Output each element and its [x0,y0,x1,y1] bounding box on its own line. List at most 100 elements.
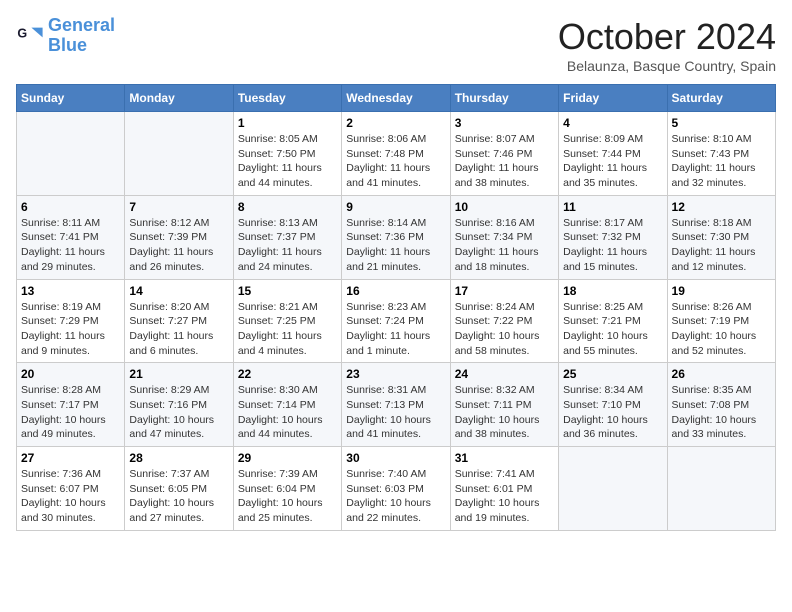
day-info: Sunrise: 8:17 AM Sunset: 7:32 PM Dayligh… [563,216,662,275]
day-number: 31 [455,451,554,465]
calendar-cell: 1Sunrise: 8:05 AM Sunset: 7:50 PM Daylig… [233,112,341,196]
logo: G General Blue [16,16,115,56]
week-row-5: 27Sunrise: 7:36 AM Sunset: 6:07 PM Dayli… [17,447,776,531]
day-number: 5 [672,116,771,130]
calendar-cell: 27Sunrise: 7:36 AM Sunset: 6:07 PM Dayli… [17,447,125,531]
calendar-cell: 20Sunrise: 8:28 AM Sunset: 7:17 PM Dayli… [17,363,125,447]
logo-icon: G [16,22,44,50]
calendar-cell: 13 Sunrise: 8:19 AM Sunset: 7:29 PM Dayli… [17,279,125,363]
calendar-cell: 23 Sunrise: 8:31 AM Sunset: 7:13 PM Dayli… [342,363,450,447]
calendar-cell: 17Sunrise: 8:24 AM Sunset: 7:22 PM Dayli… [450,279,558,363]
weekday-header-row: SundayMondayTuesdayWednesdayThursdayFrid… [17,85,776,112]
day-number: 14 [129,284,228,298]
weekday-header-monday: Monday [125,85,233,112]
day-number: 30 [346,451,445,465]
day-number: 2 [346,116,445,130]
day-number: 21 [129,367,228,381]
calendar-cell [125,112,233,196]
day-info: Sunrise: 8:16 AM Sunset: 7:34 PM Dayligh… [455,216,554,275]
week-row-4: 20Sunrise: 8:28 AM Sunset: 7:17 PM Dayli… [17,363,776,447]
weekday-header-thursday: Thursday [450,85,558,112]
calendar-cell: 16Sunrise: 8:23 AM Sunset: 7:24 PM Dayli… [342,279,450,363]
day-info: Sunrise: 7:36 AM Sunset: 6:07 PM Dayligh… [21,467,120,526]
day-number: 13 [21,284,120,298]
calendar-cell: 15 Sunrise: 8:21 AM Sunset: 7:25 PM Dayli… [233,279,341,363]
calendar-cell: 19 Sunrise: 8:26 AM Sunset: 7:19 PM Dayli… [667,279,775,363]
day-number: 6 [21,200,120,214]
day-info: Sunrise: 8:30 AM Sunset: 7:14 PM Dayligh… [238,383,337,442]
day-number: 7 [129,200,228,214]
day-info: Sunrise: 8:18 AM Sunset: 7:30 PM Dayligh… [672,216,771,275]
calendar-cell [667,447,775,531]
calendar-cell: 22 Sunrise: 8:30 AM Sunset: 7:14 PM Dayli… [233,363,341,447]
calendar-cell: 28 Sunrise: 7:37 AM Sunset: 6:05 PM Dayli… [125,447,233,531]
day-number: 20 [21,367,120,381]
day-info: Sunrise: 8:05 AM Sunset: 7:50 PM Dayligh… [238,132,337,191]
day-number: 19 [672,284,771,298]
day-number: 26 [672,367,771,381]
day-number: 4 [563,116,662,130]
day-info: Sunrise: 8:24 AM Sunset: 7:22 PM Dayligh… [455,300,554,359]
logo-line2: Blue [48,36,115,56]
day-number: 9 [346,200,445,214]
calendar-cell: 2Sunrise: 8:06 AM Sunset: 7:48 PM Daylig… [342,112,450,196]
calendar-cell: 3 Sunrise: 8:07 AM Sunset: 7:46 PM Daylig… [450,112,558,196]
day-info: Sunrise: 8:25 AM Sunset: 7:21 PM Dayligh… [563,300,662,359]
day-info: Sunrise: 7:37 AM Sunset: 6:05 PM Dayligh… [129,467,228,526]
day-number: 24 [455,367,554,381]
day-info: Sunrise: 8:11 AM Sunset: 7:41 PM Dayligh… [21,216,120,275]
calendar-cell: 5 Sunrise: 8:10 AM Sunset: 7:43 PM Daylig… [667,112,775,196]
logo-line1: General [48,16,115,36]
weekday-header-tuesday: Tuesday [233,85,341,112]
day-info: Sunrise: 8:10 AM Sunset: 7:43 PM Dayligh… [672,132,771,191]
calendar-cell: 8Sunrise: 8:13 AM Sunset: 7:37 PM Daylig… [233,195,341,279]
calendar-cell: 30Sunrise: 7:40 AM Sunset: 6:03 PM Dayli… [342,447,450,531]
calendar-cell [559,447,667,531]
calendar-cell: 12 Sunrise: 8:18 AM Sunset: 7:30 PM Dayli… [667,195,775,279]
weekday-header-wednesday: Wednesday [342,85,450,112]
day-number: 12 [672,200,771,214]
calendar-cell [17,112,125,196]
day-number: 22 [238,367,337,381]
week-row-3: 13 Sunrise: 8:19 AM Sunset: 7:29 PM Dayli… [17,279,776,363]
day-number: 29 [238,451,337,465]
page-header: G General Blue October 2024 Belaunza, Ba… [16,16,776,74]
calendar-cell: 18Sunrise: 8:25 AM Sunset: 7:21 PM Dayli… [559,279,667,363]
day-info: Sunrise: 8:29 AM Sunset: 7:16 PM Dayligh… [129,383,228,442]
day-number: 10 [455,200,554,214]
calendar-cell: 14Sunrise: 8:20 AM Sunset: 7:27 PM Dayli… [125,279,233,363]
calendar-cell: 21 Sunrise: 8:29 AM Sunset: 7:16 PM Dayli… [125,363,233,447]
weekday-header-saturday: Saturday [667,85,775,112]
day-info: Sunrise: 8:34 AM Sunset: 7:10 PM Dayligh… [563,383,662,442]
day-number: 15 [238,284,337,298]
calendar-cell: 9 Sunrise: 8:14 AM Sunset: 7:36 PM Daylig… [342,195,450,279]
weekday-header-sunday: Sunday [17,85,125,112]
day-info: Sunrise: 8:35 AM Sunset: 7:08 PM Dayligh… [672,383,771,442]
calendar-table: SundayMondayTuesdayWednesdayThursdayFrid… [16,84,776,531]
svg-text:G: G [17,26,27,40]
calendar-cell: 11 Sunrise: 8:17 AM Sunset: 7:32 PM Dayli… [559,195,667,279]
day-number: 11 [563,200,662,214]
day-number: 25 [563,367,662,381]
day-info: Sunrise: 8:31 AM Sunset: 7:13 PM Dayligh… [346,383,445,442]
day-info: Sunrise: 8:19 AM Sunset: 7:29 PM Dayligh… [21,300,120,359]
day-number: 3 [455,116,554,130]
calendar-cell: 10 Sunrise: 8:16 AM Sunset: 7:34 PM Dayli… [450,195,558,279]
calendar-cell: 26 Sunrise: 8:35 AM Sunset: 7:08 PM Dayli… [667,363,775,447]
calendar-cell: 29 Sunrise: 7:39 AM Sunset: 6:04 PM Dayli… [233,447,341,531]
day-number: 28 [129,451,228,465]
calendar-cell: 31 Sunrise: 7:41 AM Sunset: 6:01 PM Dayli… [450,447,558,531]
day-info: Sunrise: 7:39 AM Sunset: 6:04 PM Dayligh… [238,467,337,526]
calendar-cell: 4 Sunrise: 8:09 AM Sunset: 7:44 PM Daylig… [559,112,667,196]
day-number: 23 [346,367,445,381]
day-info: Sunrise: 8:21 AM Sunset: 7:25 PM Dayligh… [238,300,337,359]
title-block: October 2024 Belaunza, Basque Country, S… [558,16,776,74]
day-info: Sunrise: 8:07 AM Sunset: 7:46 PM Dayligh… [455,132,554,191]
day-info: Sunrise: 8:14 AM Sunset: 7:36 PM Dayligh… [346,216,445,275]
day-info: Sunrise: 8:12 AM Sunset: 7:39 PM Dayligh… [129,216,228,275]
week-row-1: 1Sunrise: 8:05 AM Sunset: 7:50 PM Daylig… [17,112,776,196]
day-info: Sunrise: 8:26 AM Sunset: 7:19 PM Dayligh… [672,300,771,359]
day-info: Sunrise: 7:41 AM Sunset: 6:01 PM Dayligh… [455,467,554,526]
day-number: 8 [238,200,337,214]
day-info: Sunrise: 8:09 AM Sunset: 7:44 PM Dayligh… [563,132,662,191]
